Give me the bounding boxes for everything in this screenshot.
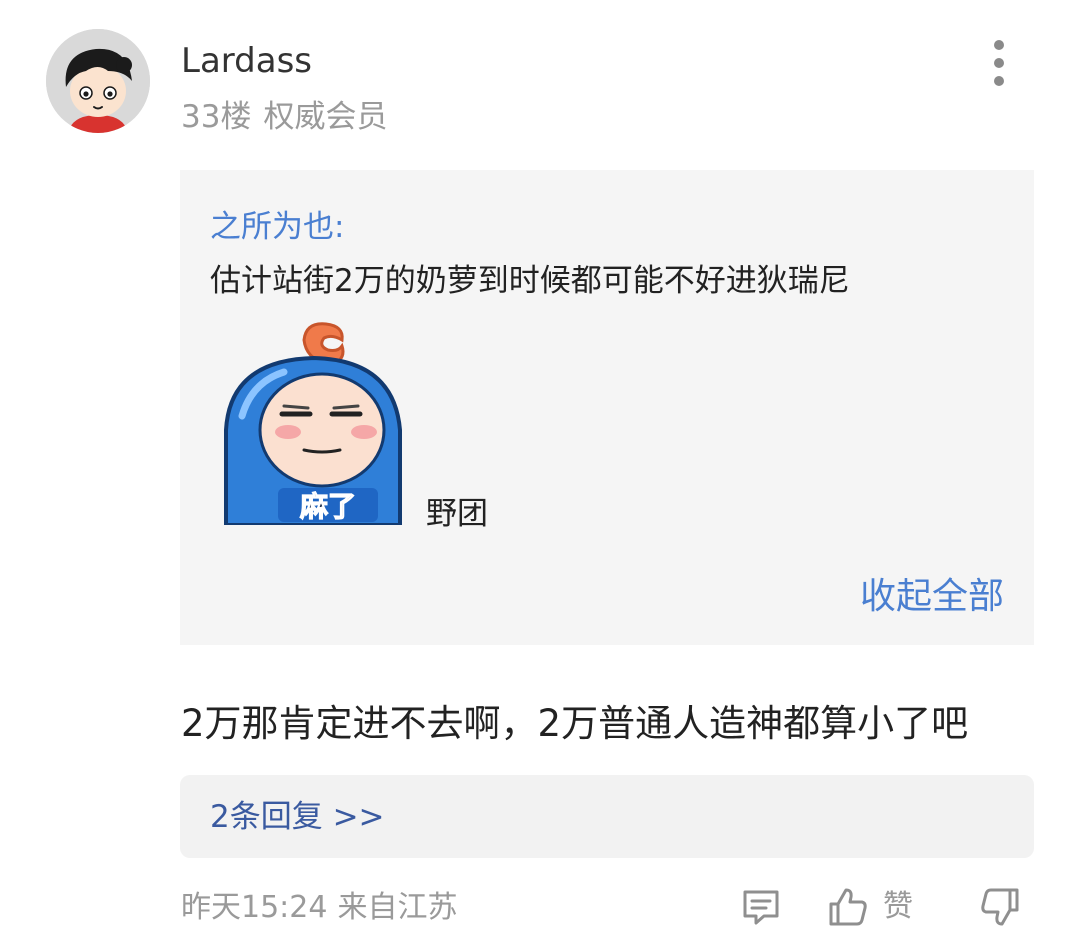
sticker-label: 麻了 bbox=[300, 490, 356, 523]
post-meta: 33楼 权威会员 bbox=[181, 96, 387, 138]
replies-button[interactable]: 2条回复 >> bbox=[180, 775, 1034, 858]
like-label: 赞 bbox=[883, 889, 913, 924]
dislike-button[interactable] bbox=[975, 884, 1021, 930]
avatar[interactable] bbox=[46, 29, 150, 133]
post-location: 来自江苏 bbox=[337, 890, 458, 925]
blue-mascot-sticker-icon: 麻了 bbox=[224, 322, 402, 525]
thumbs-down-icon bbox=[981, 888, 1019, 926]
more-vertical-icon bbox=[994, 40, 1004, 50]
more-vertical-icon-dot bbox=[994, 76, 1004, 86]
comment-text: 2万那肯定进不去啊，2万普通人造神都算小了吧 bbox=[181, 702, 969, 745]
sticker-image: 麻了 bbox=[218, 320, 408, 525]
member-level-badge: 权威会员 bbox=[263, 99, 388, 135]
username[interactable]: Lardass bbox=[181, 39, 312, 83]
replies-label: 2条回复 >> bbox=[210, 799, 385, 835]
quoted-author[interactable]: 之所为也: bbox=[210, 206, 344, 248]
collapse-all-link[interactable]: 收起全部 bbox=[860, 574, 1004, 620]
comment-icon bbox=[743, 890, 779, 925]
post-footer-meta: 昨天15:24 来自江苏 bbox=[181, 887, 457, 929]
more-options-button[interactable] bbox=[978, 38, 1020, 88]
like-button[interactable]: 赞 bbox=[827, 884, 913, 930]
quoted-text: 估计站街2万的奶萝到时候都可能不好进狄瑞尼 bbox=[210, 263, 850, 299]
thumbs-up-icon bbox=[829, 888, 867, 926]
quoted-post: 之所为也: 估计站街2万的奶萝到时候都可能不好进狄瑞尼 麻了 野团 收起全部 bbox=[180, 170, 1034, 645]
cartoon-boy-avatar-icon bbox=[46, 29, 150, 133]
sticker-caption: 野团 bbox=[426, 496, 488, 532]
post-time: 昨天15:24 bbox=[181, 890, 328, 925]
more-vertical-icon-dot bbox=[994, 58, 1004, 68]
floor-number: 33楼 bbox=[181, 99, 252, 135]
reply-button[interactable] bbox=[740, 884, 782, 930]
